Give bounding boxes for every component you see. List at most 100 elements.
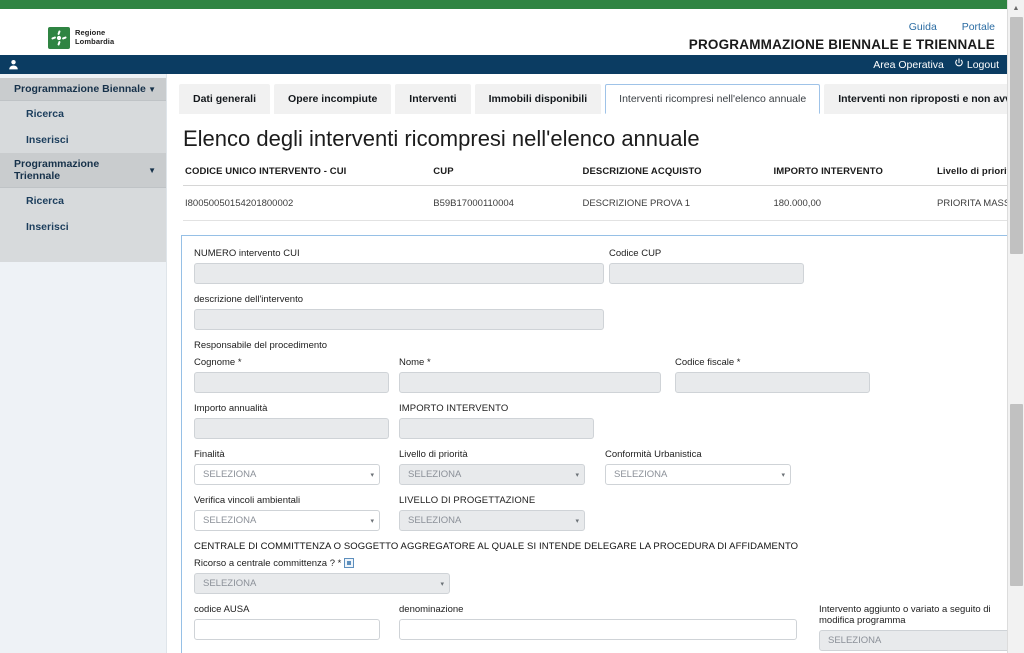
sidebar-item-biennale-inserisci[interactable]: Inserisci [0,127,166,153]
chevron-down-icon: ▾ [575,517,579,525]
codice-cup-input[interactable] [609,263,804,284]
sidebar: Programmazione Biennale ▼ Ricerca Inseri… [0,74,167,653]
field-nome: Nome * [399,357,661,393]
vertical-scrollbar[interactable]: ▲ [1007,0,1024,653]
sidebar-item-biennale-ricerca[interactable]: Ricerca [0,101,166,127]
logo-line-2: Lombardia [75,37,115,46]
tab-bar: Dati generali Opere incompiute Intervent… [179,84,1024,114]
top-green-bar [0,0,1007,9]
tab-dati-generali[interactable]: Dati generali [179,84,271,114]
field-importo-intervento: IMPORTO INTERVENTO [399,403,594,439]
power-icon [954,58,964,71]
page-header: Guida Portale Regione Lombardia PROGRAMM… [0,9,1007,55]
column-header-cup: CUP [431,163,581,186]
field-descrizione: descrizione dell'intervento [194,294,604,330]
utility-links: Guida Portale [887,21,995,33]
regione-lombardia-logo-icon [48,27,70,49]
form-row-responsabile: Cognome * Nome * Codice fiscale * [194,357,1024,393]
label-intervento-aggiunto-line2: modifica programma [819,615,906,626]
logo[interactable]: Regione Lombardia [48,27,114,49]
label-conformita: Conformità Urbanistica [605,449,702,460]
table-row[interactable]: I80050050154201800002 B59B17000110004 DE… [183,185,1024,221]
sidebar-group-triennale[interactable]: Programmazione Triennale ▼ [0,153,166,188]
label-ricorso-committenza: Ricorso a centrale committenza ? * [194,558,342,569]
codice-fiscale-input[interactable] [675,372,870,393]
label-codice-ausa: codice AUSA [194,604,250,615]
nome-input[interactable] [399,372,661,393]
user-icon[interactable] [8,59,19,70]
area-label: Area Operativa [873,58,944,71]
denominazione-input[interactable] [399,619,797,640]
column-header-importo: IMPORTO INTERVENTO [771,163,935,186]
conformita-value: SELEZIONA [614,469,668,480]
label-intervento-aggiunto: Intervento aggiunto o variato a seguito … [819,604,1019,626]
chevron-down-icon: ▼ [148,165,156,175]
label-denominazione: denominazione [399,604,464,615]
sidebar-group-biennale[interactable]: Programmazione Biennale ▼ [0,78,166,101]
chevron-down-icon: ▾ [781,471,785,479]
conformita-select[interactable]: SELEZIONA ▾ [605,464,791,485]
chevron-down-icon: ▾ [370,517,374,525]
cognome-input[interactable] [194,372,389,393]
label-verifica-vincoli: Verifica vincoli ambientali [194,495,301,506]
app-title: PROGRAMMAZIONE BIENNALE E TRIENNALE [688,37,995,52]
scrollbar-thumb[interactable] [1010,17,1023,254]
finalita-select[interactable]: SELEZIONA ▾ [194,464,380,485]
cell-cup: B59B17000110004 [431,185,581,221]
field-numero-cui: NUMERO intervento CUI [194,248,604,284]
verifica-vincoli-select[interactable]: SELEZIONA ▾ [194,510,380,531]
logout-button[interactable]: Logout [954,58,999,71]
cell-descrizione: DESCRIZIONE PROVA 1 [580,185,772,221]
field-cognome: Cognome * [194,357,389,393]
form-row-importi: Importo annualità IMPORTO INTERVENTO [194,403,1024,439]
label-codice-cup: Codice CUP [609,248,662,259]
descrizione-input[interactable] [194,309,604,330]
app-window: Guida Portale Regione Lombardia PROGRAMM… [0,0,1024,653]
responsabile-section-title: Responsabile del procedimento [194,340,328,351]
tab-opere-incompiute[interactable]: Opere incompiute [274,84,392,114]
field-codice-fiscale: Codice fiscale * [675,357,870,393]
page-title: Elenco degli interventi ricompresi nell'… [183,126,700,151]
livello-progettazione-select[interactable]: SELEZIONA ▾ [399,510,585,531]
logout-label: Logout [966,58,999,71]
field-ricorso-committenza: SELEZIONA ▾ [194,573,450,594]
intervento-aggiunto-select[interactable]: SELEZIONA ▾ [819,630,1019,651]
sidebar-item-triennale-inserisci[interactable]: Inserisci [0,214,166,240]
label-finalita: Finalità [194,449,225,460]
form-row-ricorso-select: SELEZIONA ▾ [194,573,1024,594]
codice-ausa-input[interactable] [194,619,380,640]
importo-annualita-input[interactable] [194,418,389,439]
intervento-form: NUMERO intervento CUI Codice CUP descriz… [181,235,1024,653]
livello-priorita-value: SELEZIONA [408,469,462,480]
portale-link[interactable]: Portale [962,21,995,33]
numero-cui-input[interactable] [194,263,604,284]
livello-priorita-select[interactable]: SELEZIONA ▾ [399,464,585,485]
ricorso-committenza-value: SELEZIONA [203,578,257,589]
livello-progettazione-value: SELEZIONA [408,515,462,526]
label-importo-annualita: Importo annualità [194,403,268,414]
importo-intervento-input[interactable] [399,418,594,439]
form-row-cui-cup: NUMERO intervento CUI Codice CUP [194,248,1024,284]
tab-immobili-disponibili[interactable]: Immobili disponibili [474,84,602,114]
cell-cui: I80050050154201800002 [183,185,432,221]
user-bar: Area Operativa Logout [0,55,1007,74]
guida-link[interactable]: Guida [909,21,937,33]
tab-interventi[interactable]: Interventi [395,84,471,114]
centrale-committenza-title: CENTRALE DI COMMITTENZA O SOGGETTO AGGRE… [194,541,799,552]
tab-interventi-ricompresi[interactable]: Interventi ricompresi nell'elenco annual… [605,84,821,114]
scrollbar-thumb-secondary[interactable] [1010,404,1023,586]
label-livello-priorita: Livello di priorità [399,449,468,460]
form-row-ausa: codice AUSA denominazione Intervento agg… [194,604,1024,651]
field-verifica-vincoli: Verifica vincoli ambientali SELEZIONA ▾ [194,495,380,531]
sidebar-group-biennale-label: Programmazione Biennale [14,83,146,95]
label-livello-progettazione: LIVELLO DI PROGETTAZIONE [399,495,536,506]
ricorso-committenza-select[interactable]: SELEZIONA ▾ [194,573,450,594]
sidebar-item-triennale-ricerca[interactable]: Ricerca [0,188,166,214]
form-row-selects-2: Verifica vincoli ambientali SELEZIONA ▾ … [194,495,1024,531]
form-row-descrizione: descrizione dell'intervento [194,294,1024,330]
sidebar-group-triennale-label: Programmazione Triennale [14,158,100,182]
sidebar-filler [0,240,166,262]
tab-interventi-non-riproposti[interactable]: Interventi non riproposti e non avviati [824,84,1024,114]
help-info-icon[interactable] [344,558,355,568]
scroll-up-arrow-icon[interactable]: ▲ [1008,0,1024,16]
